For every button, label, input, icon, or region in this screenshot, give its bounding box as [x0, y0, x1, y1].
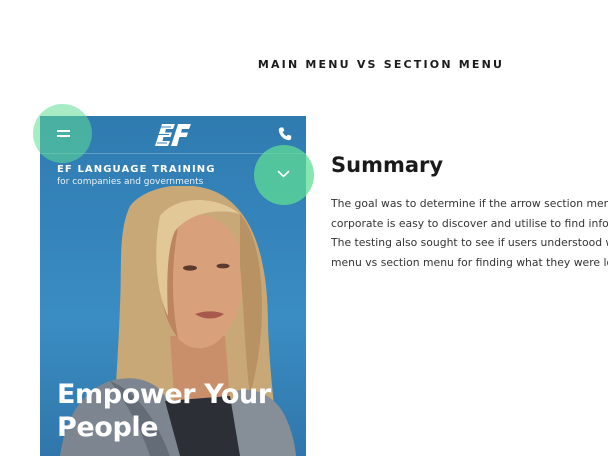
summary-body: The goal was to determine if the arrow s… [331, 194, 608, 272]
hero-headline: Empower Your People [57, 378, 297, 444]
ef-logo[interactable] [153, 122, 193, 148]
summary-line: The testing also sought to see if users … [331, 236, 608, 249]
hamburger-menu-icon[interactable] [57, 130, 70, 138]
hero-headline-line: Empower Your [57, 379, 271, 410]
summary-line: menu vs section menu for finding what th… [331, 255, 608, 269]
summary-line: corporate is easy to discover and utilis… [331, 216, 608, 230]
section-heading: MAIN MENU VS SECTION MENU [257, 58, 505, 71]
chevron-down-icon[interactable] [277, 169, 290, 179]
brand-subtitle: for companies and governments [57, 177, 204, 187]
summary-line: The goal was to determine if the arrow s… [331, 197, 608, 210]
hero-headline-line: People [57, 412, 159, 443]
phone-icon[interactable] [277, 126, 293, 142]
summary-title: Summary [331, 153, 444, 177]
brand-title: EF LANGUAGE TRAINING [57, 164, 216, 175]
